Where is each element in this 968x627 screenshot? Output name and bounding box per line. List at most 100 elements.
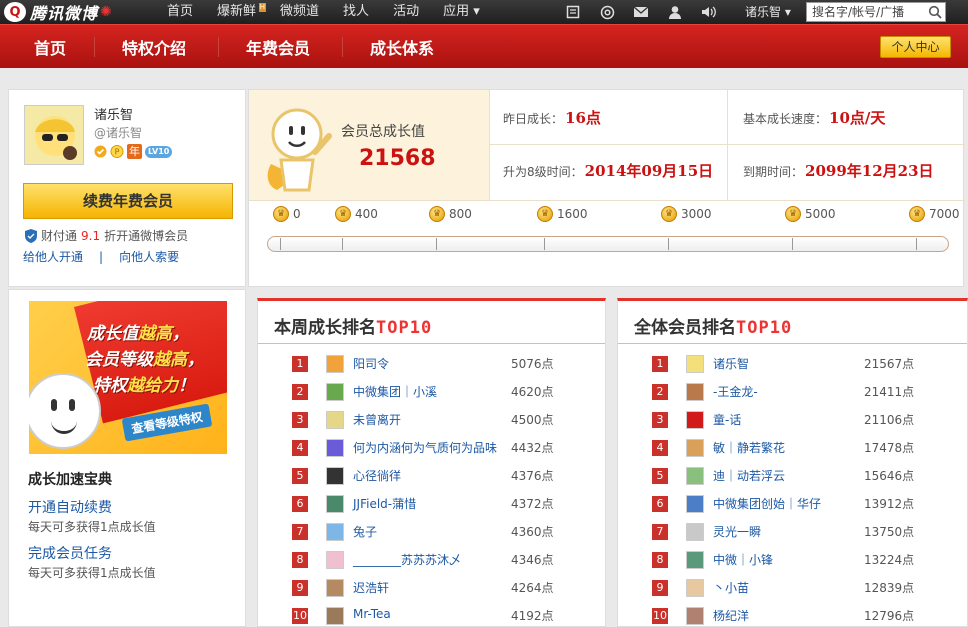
ask-others-link[interactable]: 向他人索要: [119, 250, 179, 264]
milestone-value: 800: [449, 207, 472, 221]
member-nav-home[interactable]: 首页: [34, 35, 66, 59]
personal-center-button[interactable]: 个人中心: [880, 36, 951, 58]
ranking-user-name[interactable]: 丶小苗: [713, 579, 749, 596]
ranking-avatar[interactable]: [686, 383, 704, 401]
rank-number: 10: [652, 608, 668, 624]
gift-others-link[interactable]: 给他人开通: [23, 250, 83, 264]
rank-number: 7: [652, 524, 668, 540]
level-medal-icon: ♛: [537, 206, 553, 222]
svg-text:P: P: [115, 148, 120, 157]
ranking-avatar[interactable]: [686, 579, 704, 597]
top-nav-events[interactable]: 活动: [381, 0, 431, 24]
logo[interactable]: Q 腾讯微博 ✺: [0, 1, 112, 23]
ranking-row: 4 敏｜静若繁花 17478点: [618, 434, 967, 462]
vip-crown-icon[interactable]: P: [110, 145, 124, 158]
ranking-avatar[interactable]: [686, 495, 704, 513]
member-tasks-link[interactable]: 完成会员任务: [28, 543, 112, 563]
renew-annual-button[interactable]: 续费年费会员: [23, 183, 233, 219]
rank-number: 9: [652, 580, 668, 596]
top-nav-apps[interactable]: 应用 ▾: [431, 0, 492, 24]
ranking-user-name[interactable]: 中微集团创始｜华仔: [713, 495, 821, 512]
sound-icon[interactable]: [692, 0, 726, 24]
member-nav-annual[interactable]: 年费会员: [246, 35, 310, 59]
ranking-user-name[interactable]: 童-话: [713, 411, 741, 428]
ranking-user-name[interactable]: 杨纪洋: [713, 607, 749, 624]
level-badge[interactable]: LV10: [145, 145, 173, 158]
ranking-user-name[interactable]: 心径徜徉: [353, 467, 401, 484]
ranking-user-name[interactable]: 中微集团｜小溪: [353, 383, 437, 400]
ranking-row: 9 丶小苗 12839点: [618, 574, 967, 602]
mention-icon[interactable]: [590, 0, 624, 24]
banner-line-1-c: ，: [172, 324, 189, 344]
level-privilege-banner[interactable]: 成长值越高， 会员等级越高， 特权越给力！ 查看等级特权: [29, 301, 227, 454]
ranking-user-name[interactable]: 兔子: [353, 523, 377, 540]
ranking-avatar[interactable]: [326, 579, 344, 597]
ranking-avatar[interactable]: [326, 439, 344, 457]
ranking-user-name[interactable]: 阳司令: [353, 355, 389, 372]
avatar[interactable]: [24, 105, 84, 165]
ranking-avatar[interactable]: [326, 495, 344, 513]
ranking-avatar[interactable]: [326, 467, 344, 485]
growth-tips-card: 成长值越高， 会员等级越高， 特权越给力！ 查看等级特权 成长加速宝典 开通自动…: [8, 289, 246, 627]
ranking-avatar[interactable]: [326, 383, 344, 401]
verified-icon[interactable]: [94, 145, 107, 158]
ranking-user-name[interactable]: ________苏苏苏沐乄: [353, 551, 461, 568]
user-menu[interactable]: 诸乐智 ▾: [745, 0, 791, 24]
member-nav-privileges[interactable]: 特权介绍: [122, 35, 186, 59]
top-nav-channel[interactable]: 微频道: [268, 0, 331, 24]
ranking-user-name[interactable]: 迟浩轩: [353, 579, 389, 596]
member-nav-growth[interactable]: 成长体系: [370, 35, 434, 59]
expire-label: 到期时间：: [743, 165, 804, 179]
document-icon[interactable]: [556, 0, 590, 24]
ranking-user-name[interactable]: 敏｜静若繁花: [713, 439, 785, 456]
ranking-user-name[interactable]: -王金龙-: [713, 383, 758, 400]
ranking-row: 4 何为内涵何为气质何为品味 4432点: [258, 434, 605, 462]
profile-name[interactable]: 诸乐智: [94, 104, 133, 123]
ranking-user-name[interactable]: 迪｜动若浮云: [713, 467, 785, 484]
ranking-avatar[interactable]: [686, 411, 704, 429]
track-tick: [280, 238, 281, 250]
ranking-user-name[interactable]: JJField-蒲惜: [353, 495, 416, 512]
top-nav-people[interactable]: 找人: [331, 0, 381, 24]
ranking-user-name[interactable]: 何为内涵何为气质何为品味: [353, 439, 497, 456]
ranking-avatar[interactable]: [326, 411, 344, 429]
tencent-logo-icon: Q: [4, 2, 26, 22]
user-icon[interactable]: [658, 0, 692, 24]
auto-renew-link[interactable]: 开通自动续费: [28, 497, 112, 517]
search-input[interactable]: 搜名字/帐号/广播: [806, 2, 946, 22]
ranking-row: 2 -王金龙- 21411点: [618, 378, 967, 406]
top-nav-hot[interactable]: 爆新鲜 H: [205, 0, 268, 24]
divider: [249, 200, 965, 201]
ranking-avatar[interactable]: [686, 551, 704, 569]
ranking-points: 4620点: [511, 385, 554, 399]
ranking-avatar[interactable]: [686, 439, 704, 457]
top-nav-home[interactable]: 首页: [155, 0, 205, 24]
annual-badge[interactable]: 年: [127, 144, 142, 159]
ranking-points: 4432点: [511, 441, 554, 455]
ranking-avatar[interactable]: [686, 523, 704, 541]
ranking-user-name[interactable]: Mr-Tea: [353, 607, 391, 621]
divider: [258, 343, 605, 344]
ranking-avatar[interactable]: [326, 551, 344, 569]
ranking-row: 1 诸乐智 21567点: [618, 350, 967, 378]
rank-number: 5: [652, 468, 668, 484]
ranking-points: 21106点: [864, 413, 915, 427]
ranking-user-name[interactable]: 诸乐智: [713, 355, 749, 372]
ranking-user-name[interactable]: 中微｜小锋: [713, 551, 773, 568]
divider: [727, 90, 728, 200]
ranking-avatar[interactable]: [686, 355, 704, 373]
ranking-avatar[interactable]: [686, 607, 704, 625]
ranking-user-name[interactable]: 未曾离开: [353, 411, 401, 428]
search-icon[interactable]: [928, 5, 942, 19]
ranking-row: 9 迟浩轩 4264点: [258, 574, 605, 602]
mail-icon[interactable]: [624, 0, 658, 24]
expire-value: 2099年12月23日: [805, 162, 934, 180]
ranking-user-name[interactable]: 灵光一瞬: [713, 523, 761, 540]
milestone-value: 0: [293, 207, 301, 221]
ranking-avatar[interactable]: [326, 523, 344, 541]
milestone: ♛ 800: [429, 206, 472, 222]
ranking-avatar[interactable]: [686, 467, 704, 485]
ranking-avatar[interactable]: [326, 355, 344, 373]
rank-number: 6: [652, 496, 668, 512]
ranking-avatar[interactable]: [326, 607, 344, 625]
